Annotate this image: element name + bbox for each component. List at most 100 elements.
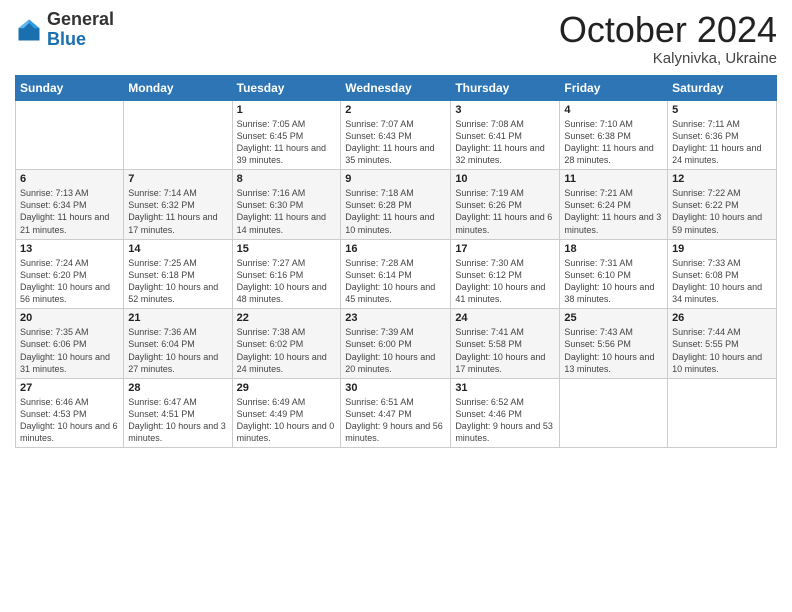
day-number: 20 [20,312,119,324]
day-info: Sunrise: 7:07 AM Sunset: 6:43 PM Dayligh… [345,118,446,167]
calendar-week-row: 1 Sunrise: 7:05 AM Sunset: 6:45 PM Daylig… [16,100,777,170]
day-info: Sunrise: 7:19 AM Sunset: 6:26 PM Dayligh… [455,187,555,236]
calendar-cell: 31 Sunrise: 6:52 AM Sunset: 4:46 PM Dayli… [451,378,560,448]
calendar-cell: 7 Sunrise: 7:14 AM Sunset: 6:32 PM Daylig… [124,170,232,240]
calendar-cell: 21 Sunrise: 7:36 AM Sunset: 6:04 PM Dayli… [124,309,232,379]
logo: General Blue [15,10,114,50]
calendar-cell: 24Sunrise: 7:41 AM Sunset: 5:58 PM Dayli… [451,309,560,379]
calendar-cell: 12 Sunrise: 7:22 AM Sunset: 6:22 PM Dayli… [668,170,777,240]
day-info: Sunrise: 7:39 AM Sunset: 6:00 PM Dayligh… [345,326,446,375]
day-info: Sunrise: 7:05 AM Sunset: 6:45 PM Dayligh… [237,118,337,167]
day-number: 7 [128,173,227,185]
calendar-cell: 30 Sunrise: 6:51 AM Sunset: 4:47 PM Dayli… [341,378,451,448]
day-info: Sunrise: 7:36 AM Sunset: 6:04 PM Dayligh… [128,326,227,375]
day-number: 13 [20,243,119,255]
day-number: 11 [564,173,663,185]
day-info: Sunrise: 6:47 AM Sunset: 4:51 PM Dayligh… [128,396,227,445]
calendar-week-row: 20 Sunrise: 7:35 AM Sunset: 6:06 PM Dayli… [16,309,777,379]
day-number: 2 [345,104,446,116]
calendar-cell: 3 Sunrise: 7:08 AM Sunset: 6:41 PM Daylig… [451,100,560,170]
calendar-cell: 27Sunrise: 6:46 AM Sunset: 4:53 PM Dayli… [16,378,124,448]
day-number: 12 [672,173,772,185]
calendar-cell: 17 Sunrise: 7:30 AM Sunset: 6:12 PM Dayli… [451,239,560,309]
logo-general: General [47,9,114,29]
day-number: 31 [455,382,555,394]
calendar-cell: 2 Sunrise: 7:07 AM Sunset: 6:43 PM Daylig… [341,100,451,170]
day-number: 23 [345,312,446,324]
day-info: Sunrise: 7:08 AM Sunset: 6:41 PM Dayligh… [455,118,555,167]
title-area: October 2024 Kalynivka, Ukraine [559,10,777,67]
calendar-cell: 18Sunrise: 7:31 AM Sunset: 6:10 PM Dayli… [560,239,668,309]
calendar-week-row: 27Sunrise: 6:46 AM Sunset: 4:53 PM Dayli… [16,378,777,448]
day-info: Sunrise: 7:43 AM Sunset: 5:56 PM Dayligh… [564,326,663,375]
day-info: Sunrise: 7:24 AM Sunset: 6:20 PM Dayligh… [20,257,119,306]
day-number: 9 [345,173,446,185]
day-info: Sunrise: 6:52 AM Sunset: 4:46 PM Dayligh… [455,396,555,445]
day-number: 10 [455,173,555,185]
day-info: Sunrise: 7:14 AM Sunset: 6:32 PM Dayligh… [128,187,227,236]
weekday-header: Saturday [668,75,777,100]
weekday-header: Friday [560,75,668,100]
day-info: Sunrise: 6:46 AM Sunset: 4:53 PM Dayligh… [20,396,119,445]
day-info: Sunrise: 7:41 AM Sunset: 5:58 PM Dayligh… [455,326,555,375]
calendar-cell: 14 Sunrise: 7:25 AM Sunset: 6:18 PM Dayli… [124,239,232,309]
day-info: Sunrise: 7:38 AM Sunset: 6:02 PM Dayligh… [237,326,337,375]
day-number: 17 [455,243,555,255]
logo-text: General Blue [47,10,114,50]
day-info: Sunrise: 7:13 AM Sunset: 6:34 PM Dayligh… [20,187,119,236]
calendar-cell: 22 Sunrise: 7:38 AM Sunset: 6:02 PM Dayli… [232,309,341,379]
month-title: October 2024 [559,10,777,50]
day-number: 16 [345,243,446,255]
calendar-cell [16,100,124,170]
day-number: 14 [128,243,227,255]
day-number: 29 [237,382,337,394]
day-number: 21 [128,312,227,324]
day-number: 22 [237,312,337,324]
day-number: 3 [455,104,555,116]
calendar-cell: 5Sunrise: 7:11 AM Sunset: 6:36 PM Daylig… [668,100,777,170]
calendar-week-row: 13 Sunrise: 7:24 AM Sunset: 6:20 PM Dayli… [16,239,777,309]
calendar-cell: 25Sunrise: 7:43 AM Sunset: 5:56 PM Dayli… [560,309,668,379]
calendar-cell: 20 Sunrise: 7:35 AM Sunset: 6:06 PM Dayli… [16,309,124,379]
day-info: Sunrise: 7:22 AM Sunset: 6:22 PM Dayligh… [672,187,772,236]
day-info: Sunrise: 7:30 AM Sunset: 6:12 PM Dayligh… [455,257,555,306]
day-info: Sunrise: 7:27 AM Sunset: 6:16 PM Dayligh… [237,257,337,306]
day-number: 15 [237,243,337,255]
calendar-cell: 26Sunrise: 7:44 AM Sunset: 5:55 PM Dayli… [668,309,777,379]
day-info: Sunrise: 7:21 AM Sunset: 6:24 PM Dayligh… [564,187,663,236]
calendar-cell [124,100,232,170]
calendar-cell: 15 Sunrise: 7:27 AM Sunset: 6:16 PM Dayli… [232,239,341,309]
calendar-cell: 28 Sunrise: 6:47 AM Sunset: 4:51 PM Dayli… [124,378,232,448]
weekday-header: Monday [124,75,232,100]
calendar-cell [560,378,668,448]
day-info: Sunrise: 7:16 AM Sunset: 6:30 PM Dayligh… [237,187,337,236]
page-header: General Blue October 2024 Kalynivka, Ukr… [15,10,777,67]
day-number: 19 [672,243,772,255]
day-number: 5 [672,104,772,116]
logo-blue: Blue [47,29,86,49]
calendar-cell: 19Sunrise: 7:33 AM Sunset: 6:08 PM Dayli… [668,239,777,309]
calendar-cell: 8 Sunrise: 7:16 AM Sunset: 6:30 PM Daylig… [232,170,341,240]
day-number: 18 [564,243,663,255]
calendar-cell: 1 Sunrise: 7:05 AM Sunset: 6:45 PM Daylig… [232,100,341,170]
location-subtitle: Kalynivka, Ukraine [559,50,777,67]
calendar-cell: 29 Sunrise: 6:49 AM Sunset: 4:49 PM Dayli… [232,378,341,448]
day-info: Sunrise: 6:51 AM Sunset: 4:47 PM Dayligh… [345,396,446,445]
calendar-cell [668,378,777,448]
calendar-table: SundayMondayTuesdayWednesdayThursdayFrid… [15,75,777,449]
calendar-cell: 4 Sunrise: 7:10 AM Sunset: 6:38 PM Daylig… [560,100,668,170]
day-info: Sunrise: 7:25 AM Sunset: 6:18 PM Dayligh… [128,257,227,306]
day-info: Sunrise: 6:49 AM Sunset: 4:49 PM Dayligh… [237,396,337,445]
calendar-cell: 6Sunrise: 7:13 AM Sunset: 6:34 PM Daylig… [16,170,124,240]
weekday-header: Wednesday [341,75,451,100]
day-number: 1 [237,104,337,116]
day-number: 28 [128,382,227,394]
day-number: 4 [564,104,663,116]
calendar-week-row: 6Sunrise: 7:13 AM Sunset: 6:34 PM Daylig… [16,170,777,240]
calendar-cell: 9Sunrise: 7:18 AM Sunset: 6:28 PM Daylig… [341,170,451,240]
day-info: Sunrise: 7:35 AM Sunset: 6:06 PM Dayligh… [20,326,119,375]
calendar-cell: 11 Sunrise: 7:21 AM Sunset: 6:24 PM Dayli… [560,170,668,240]
day-number: 30 [345,382,446,394]
day-info: Sunrise: 7:10 AM Sunset: 6:38 PM Dayligh… [564,118,663,167]
day-number: 8 [237,173,337,185]
